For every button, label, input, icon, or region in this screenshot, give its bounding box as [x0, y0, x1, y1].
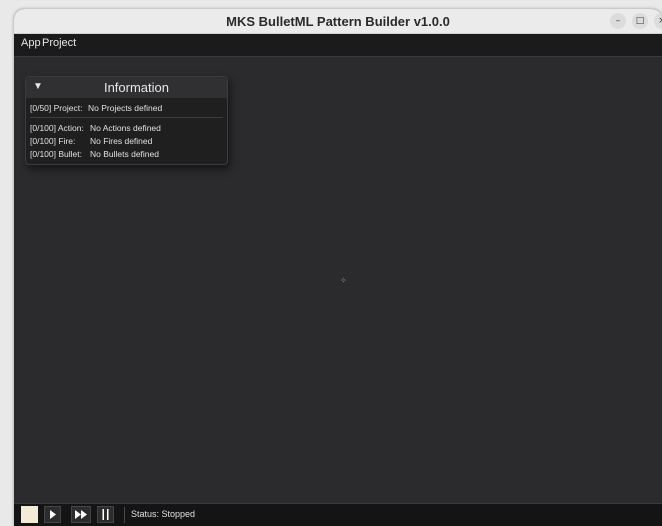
- pause-button[interactable]: [97, 506, 114, 523]
- collapse-arrow-icon[interactable]: ▼: [33, 81, 43, 92]
- information-panel: ▼ Information [0/50] Project: No Project…: [25, 76, 228, 165]
- info-row-value: No Projects defined: [88, 103, 163, 113]
- info-row-label: [0/100] Action:: [30, 123, 84, 133]
- info-row-bullet: [0/100] Bullet: No Bullets defined: [30, 149, 159, 159]
- info-row-project: [0/50] Project: No Projects defined: [30, 103, 162, 113]
- fast-forward-button[interactable]: [71, 506, 91, 523]
- menu-bar: App Project: [14, 34, 662, 57]
- information-panel-header[interactable]: ▼ Information: [26, 77, 227, 98]
- info-row-label: [0/100] Fire:: [30, 136, 76, 146]
- window-title: MKS BulletML Pattern Builder v1.0.0: [226, 14, 450, 29]
- play-button[interactable]: [44, 506, 61, 523]
- info-row-fire: [0/100] Fire: No Fires defined: [30, 136, 152, 146]
- info-row-value: No Bullets defined: [90, 149, 159, 159]
- info-row-label: [0/100] Bullet:: [30, 149, 82, 159]
- maximize-button[interactable]: □: [632, 13, 648, 29]
- app-window: MKS BulletML Pattern Builder v1.0.0 – □ …: [14, 9, 662, 526]
- stop-button[interactable]: [21, 506, 38, 523]
- playback-toolbar: Status: Stopped: [14, 503, 662, 526]
- status-text: Status: Stopped: [131, 509, 196, 519]
- fast-forward-icon: [75, 510, 87, 519]
- pause-icon: [102, 509, 109, 520]
- menu-project[interactable]: Project: [42, 37, 76, 49]
- info-row-label: [0/50] Project:: [30, 103, 83, 113]
- play-icon: [50, 510, 56, 519]
- pattern-canvas[interactable]: ✧ ▼ Information [0/50] Project: No Proje…: [14, 57, 662, 503]
- toolbar-divider: [124, 507, 125, 523]
- title-bar[interactable]: MKS BulletML Pattern Builder v1.0.0 – □ …: [14, 9, 662, 34]
- minimize-button[interactable]: –: [610, 13, 626, 29]
- info-row-value: No Fires defined: [90, 136, 153, 146]
- origin-crosshair-icon: ✧: [340, 276, 347, 285]
- menu-app[interactable]: App: [21, 37, 41, 49]
- panel-divider: [30, 117, 223, 118]
- information-panel-title: Information: [103, 80, 170, 95]
- info-row-value: No Actions defined: [90, 123, 161, 133]
- info-row-action: [0/100] Action: No Actions defined: [30, 123, 161, 133]
